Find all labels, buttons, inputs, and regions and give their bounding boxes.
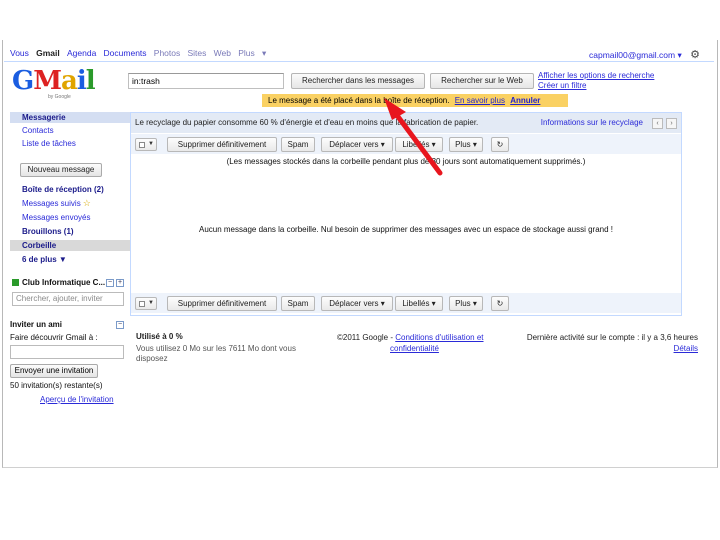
nav-more[interactable]: Plus bbox=[238, 48, 255, 58]
search-options-link[interactable]: Afficher les options de recherche bbox=[538, 71, 654, 81]
invite-text: Faire découvrir Gmail à : bbox=[10, 333, 98, 342]
sidebar-item-sent[interactable]: Messages envoyés bbox=[10, 212, 130, 223]
send-invite-button[interactable]: Envoyer une invitation bbox=[10, 364, 98, 378]
message-panel: Le recyclage du papier consomme 60 % d'é… bbox=[130, 112, 682, 316]
delete-forever-button[interactable]: Supprimer définitivement bbox=[167, 296, 277, 311]
nav-web[interactable]: Web bbox=[214, 48, 231, 58]
collapse-icon[interactable]: − bbox=[106, 279, 114, 287]
more-actions-button[interactable]: Plus ▾ bbox=[449, 296, 483, 311]
notification-text: Le message a été placé dans la boîte de … bbox=[268, 96, 450, 105]
top-nav: Vous Gmail Agenda Documents Photos Sites… bbox=[10, 48, 704, 61]
footer-copyright: ©2011 Google - Conditions d'utilisation … bbox=[337, 333, 484, 343]
trash-note: (Les messages stockés dans la corbeille … bbox=[226, 157, 586, 166]
search-mail-button[interactable]: Rechercher dans les messages bbox=[291, 73, 425, 89]
delete-forever-button[interactable]: Supprimer définitivement bbox=[167, 137, 277, 152]
nav-documents[interactable]: Documents bbox=[104, 48, 147, 58]
next-icon[interactable]: › bbox=[666, 118, 677, 129]
refresh-icon[interactable]: ↻ bbox=[491, 137, 509, 152]
nav-gmail[interactable]: Gmail bbox=[36, 48, 60, 58]
storage-detail-2: disposez bbox=[136, 354, 168, 363]
nav-you[interactable]: Vous bbox=[10, 48, 29, 58]
select-checkbox[interactable]: ▼ bbox=[135, 297, 157, 310]
divider bbox=[4, 61, 714, 62]
sidebar-item-contacts[interactable]: Contacts bbox=[10, 125, 130, 136]
invite-collapse-icon[interactable]: − bbox=[116, 321, 124, 329]
move-to-button[interactable]: Déplacer vers ▾ bbox=[321, 137, 393, 152]
move-to-button[interactable]: Déplacer vers ▾ bbox=[321, 296, 393, 311]
undo-link[interactable]: Annuler bbox=[510, 96, 540, 105]
logo-subtitle: by Google bbox=[48, 94, 71, 100]
gear-icon[interactable]: ⚙ bbox=[690, 49, 700, 61]
invite-preview-link[interactable]: Aperçu de l'invitation bbox=[40, 395, 114, 404]
storage-usage: Utilisé à 0 % bbox=[136, 332, 183, 341]
sidebar-item-drafts[interactable]: Brouillons (1) bbox=[10, 226, 130, 237]
compose-button[interactable]: Nouveau message bbox=[20, 163, 102, 177]
chat-title[interactable]: Club Informatique C... bbox=[22, 278, 105, 287]
starred-label: Messages suivis bbox=[22, 199, 81, 208]
invite-title: Inviter un ami bbox=[10, 320, 63, 329]
search-links: Afficher les options de recherche Créer … bbox=[538, 71, 654, 91]
labels-button[interactable]: Libellés ▾ bbox=[395, 296, 443, 311]
sidebar-item-more[interactable]: 6 de plus ▼ bbox=[10, 254, 130, 265]
gmail-logo[interactable]: GMail by Google bbox=[12, 66, 122, 104]
sidebar-item-tasks[interactable]: Liste de tâches bbox=[10, 138, 130, 149]
star-icon: ☆ bbox=[82, 198, 91, 208]
privacy-link[interactable]: confidentialité bbox=[390, 344, 439, 353]
select-checkbox[interactable]: ▼ bbox=[135, 138, 157, 151]
notification-bar: Le message a été placé dans la boîte de … bbox=[262, 94, 568, 107]
sidebar-item-trash[interactable]: Corbeille bbox=[10, 240, 130, 251]
create-filter-link[interactable]: Créer un filtre bbox=[538, 81, 654, 91]
prev-icon[interactable]: ‹ bbox=[652, 118, 663, 129]
labels-button[interactable]: Libellés ▾ bbox=[395, 137, 443, 152]
expand-icon[interactable]: + bbox=[116, 279, 124, 287]
copyright-text: ©2011 Google - bbox=[337, 333, 394, 342]
search-input[interactable]: in:trash bbox=[128, 73, 284, 89]
storage-detail: Vous utilisez 0 Mo sur les 7611 Mo dont … bbox=[136, 344, 296, 353]
account-menu[interactable]: capmail00@gmail.com ▾ ⚙ bbox=[589, 48, 700, 61]
info-text: Le recyclage du papier consomme 60 % d'é… bbox=[135, 118, 479, 127]
learn-more-link[interactable]: En savoir plus bbox=[455, 96, 505, 105]
account-email[interactable]: capmail00@gmail.com ▾ bbox=[589, 50, 682, 60]
nav-photos[interactable]: Photos bbox=[154, 48, 180, 58]
invite-remaining: 50 invitation(s) restante(s) bbox=[10, 381, 103, 390]
info-link[interactable]: Informations sur le recyclage bbox=[541, 113, 643, 133]
details-link[interactable]: Détails bbox=[674, 344, 698, 353]
spam-button[interactable]: Spam bbox=[281, 137, 315, 152]
info-bar: Le recyclage du papier consomme 60 % d'é… bbox=[131, 113, 681, 133]
privacy-link-row: confidentialité bbox=[390, 344, 439, 354]
search-web-button[interactable]: Rechercher sur le Web bbox=[430, 73, 534, 89]
sidebar-item-mail[interactable]: Messagerie bbox=[10, 112, 130, 123]
sidebar-item-inbox[interactable]: Boîte de réception (2) bbox=[10, 184, 130, 195]
chat-search-input[interactable]: Chercher, ajouter, inviter bbox=[12, 292, 124, 306]
empty-trash-message: Aucun message dans la corbeille. Nul bes… bbox=[198, 225, 613, 234]
more-actions-button[interactable]: Plus ▾ bbox=[449, 137, 483, 152]
refresh-icon[interactable]: ↻ bbox=[491, 296, 509, 311]
invite-email-field[interactable] bbox=[10, 345, 124, 359]
chat-status-icon bbox=[12, 279, 19, 286]
terms-link[interactable]: Conditions d'utilisation et bbox=[395, 333, 483, 342]
sidebar-item-starred[interactable]: Messages suivis ☆ bbox=[10, 198, 130, 209]
toolbar-top: ▼ Supprimer définitivement Spam Déplacer… bbox=[131, 134, 681, 154]
chevron-down-icon[interactable]: ▾ bbox=[262, 48, 266, 59]
last-activity: Dernière activité sur le compte : il y a… bbox=[526, 333, 698, 342]
details-link-row: Détails bbox=[660, 344, 698, 354]
nav-sites[interactable]: Sites bbox=[187, 48, 206, 58]
toolbar-bottom: ▼ Supprimer définitivement Spam Déplacer… bbox=[131, 293, 681, 313]
spam-button[interactable]: Spam bbox=[281, 296, 315, 311]
nav-calendar[interactable]: Agenda bbox=[67, 48, 96, 58]
